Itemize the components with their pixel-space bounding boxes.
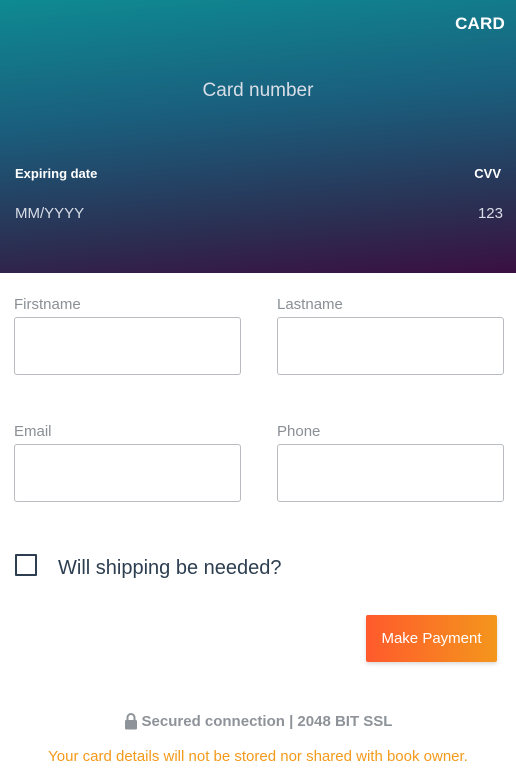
lastname-label: Lastname bbox=[277, 296, 343, 313]
email-input[interactable] bbox=[14, 444, 241, 502]
expiry-display[interactable]: MM/YYYY bbox=[15, 205, 84, 222]
lock-icon bbox=[124, 713, 137, 730]
privacy-notice: Your card details will not be stored nor… bbox=[48, 748, 468, 765]
secure-connection-text: Secured connection | 2048 BIT SSL bbox=[141, 712, 393, 730]
phone-input[interactable] bbox=[277, 444, 504, 502]
phone-label: Phone bbox=[277, 423, 321, 440]
email-label: Email bbox=[14, 423, 52, 440]
secure-connection-note: Secured connection | 2048 BIT SSL bbox=[0, 712, 516, 730]
card-number-display[interactable]: Card number bbox=[0, 80, 516, 102]
make-payment-button[interactable]: Make Payment bbox=[366, 615, 497, 662]
cvv-label: CVV bbox=[474, 166, 501, 181]
lastname-input[interactable] bbox=[277, 317, 504, 375]
cvv-display[interactable]: 123 bbox=[478, 205, 503, 222]
card-preview: CARD Card number Expiring date CVV MM/YY… bbox=[0, 0, 516, 273]
firstname-label: Firstname bbox=[14, 296, 81, 313]
shipping-checkbox-label[interactable]: Will shipping be needed? bbox=[58, 557, 282, 580]
shipping-checkbox[interactable] bbox=[15, 554, 37, 576]
expiry-label: Expiring date bbox=[15, 166, 98, 181]
card-brand: CARD bbox=[455, 14, 505, 33]
firstname-input[interactable] bbox=[14, 317, 241, 375]
